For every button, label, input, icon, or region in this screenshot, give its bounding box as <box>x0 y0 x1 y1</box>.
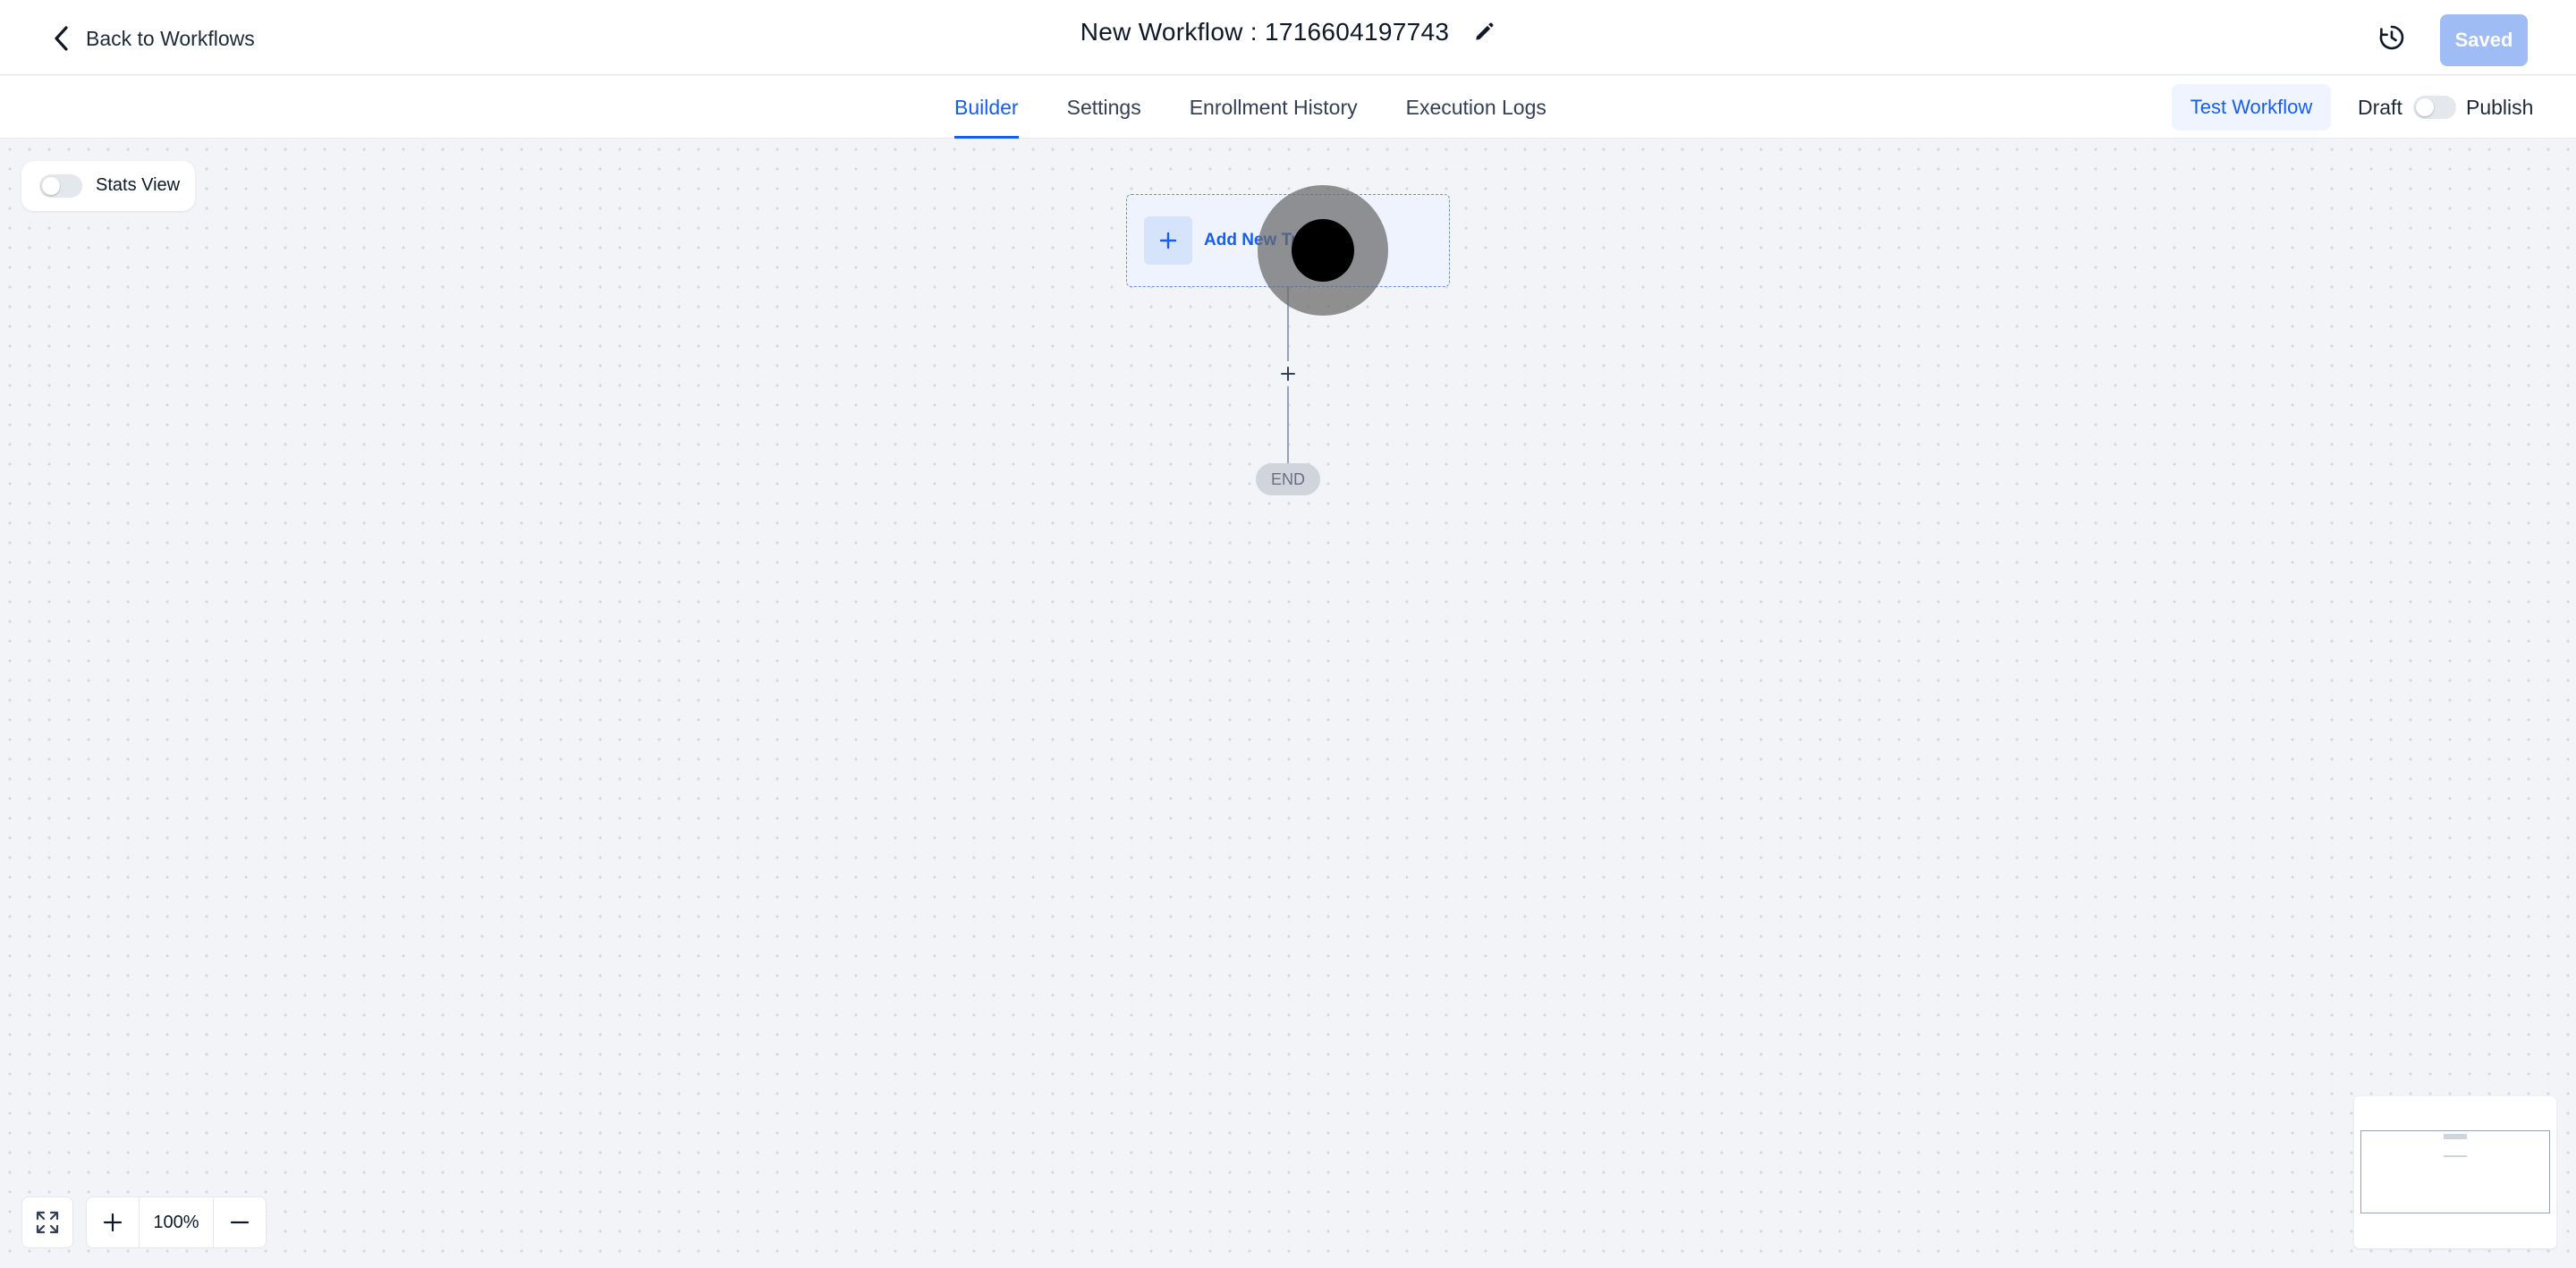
tab-execution-logs[interactable]: Execution Logs <box>1406 76 1546 139</box>
saved-button[interactable]: Saved <box>2440 14 2528 66</box>
history-icon[interactable] <box>2376 21 2408 54</box>
minimap[interactable] <box>2354 1096 2556 1248</box>
trigger-plus-box <box>1144 216 1192 265</box>
cursor-highlight-dot <box>1292 219 1354 282</box>
publish-toggle[interactable] <box>2413 96 2456 119</box>
tab-enrollment-history[interactable]: Enrollment History <box>1190 76 1358 139</box>
stats-view-control: Stats View <box>21 161 195 211</box>
end-node: END <box>1256 463 1320 495</box>
minus-icon <box>230 1221 250 1224</box>
zoom-level: 100% <box>139 1197 214 1247</box>
workflow-tabs: Builder Settings Enrollment History Exec… <box>954 76 1546 139</box>
test-workflow-button[interactable]: Test Workflow <box>2172 84 2331 131</box>
connector-line-bottom <box>1287 386 1289 463</box>
tab-settings[interactable]: Settings <box>1067 76 1141 139</box>
minimap-viewport[interactable] <box>2360 1130 2550 1213</box>
workflow-tabbar: Builder Settings Enrollment History Exec… <box>0 76 2576 139</box>
stats-view-label: Stats View <box>96 175 181 195</box>
add-step-button[interactable] <box>1275 361 1301 386</box>
stats-view-toggle[interactable] <box>39 174 82 198</box>
zoom-in-button[interactable] <box>87 1197 139 1247</box>
zoom-out-button[interactable] <box>214 1197 266 1247</box>
plus-icon <box>103 1213 123 1232</box>
minimap-trigger-node <box>2444 1134 2467 1139</box>
plus-icon <box>1281 367 1295 381</box>
tab-builder[interactable]: Builder <box>954 76 1019 139</box>
expand-icon <box>36 1211 59 1234</box>
zoom-controls: 100% <box>86 1196 267 1248</box>
draft-label: Draft <box>2358 96 2402 119</box>
publish-label: Publish <box>2466 96 2534 119</box>
workflow-title-group: New Workflow : 1716604197743 <box>0 18 2576 46</box>
minimap-end-node <box>2444 1155 2467 1157</box>
workflow-title: New Workflow : 1716604197743 <box>1080 18 1450 46</box>
fit-view-button[interactable] <box>21 1196 73 1248</box>
workflow-header: Back to Workflows New Workflow : 1716604… <box>0 0 2576 75</box>
plus-icon <box>1159 232 1177 249</box>
pencil-icon[interactable] <box>1472 21 1496 44</box>
